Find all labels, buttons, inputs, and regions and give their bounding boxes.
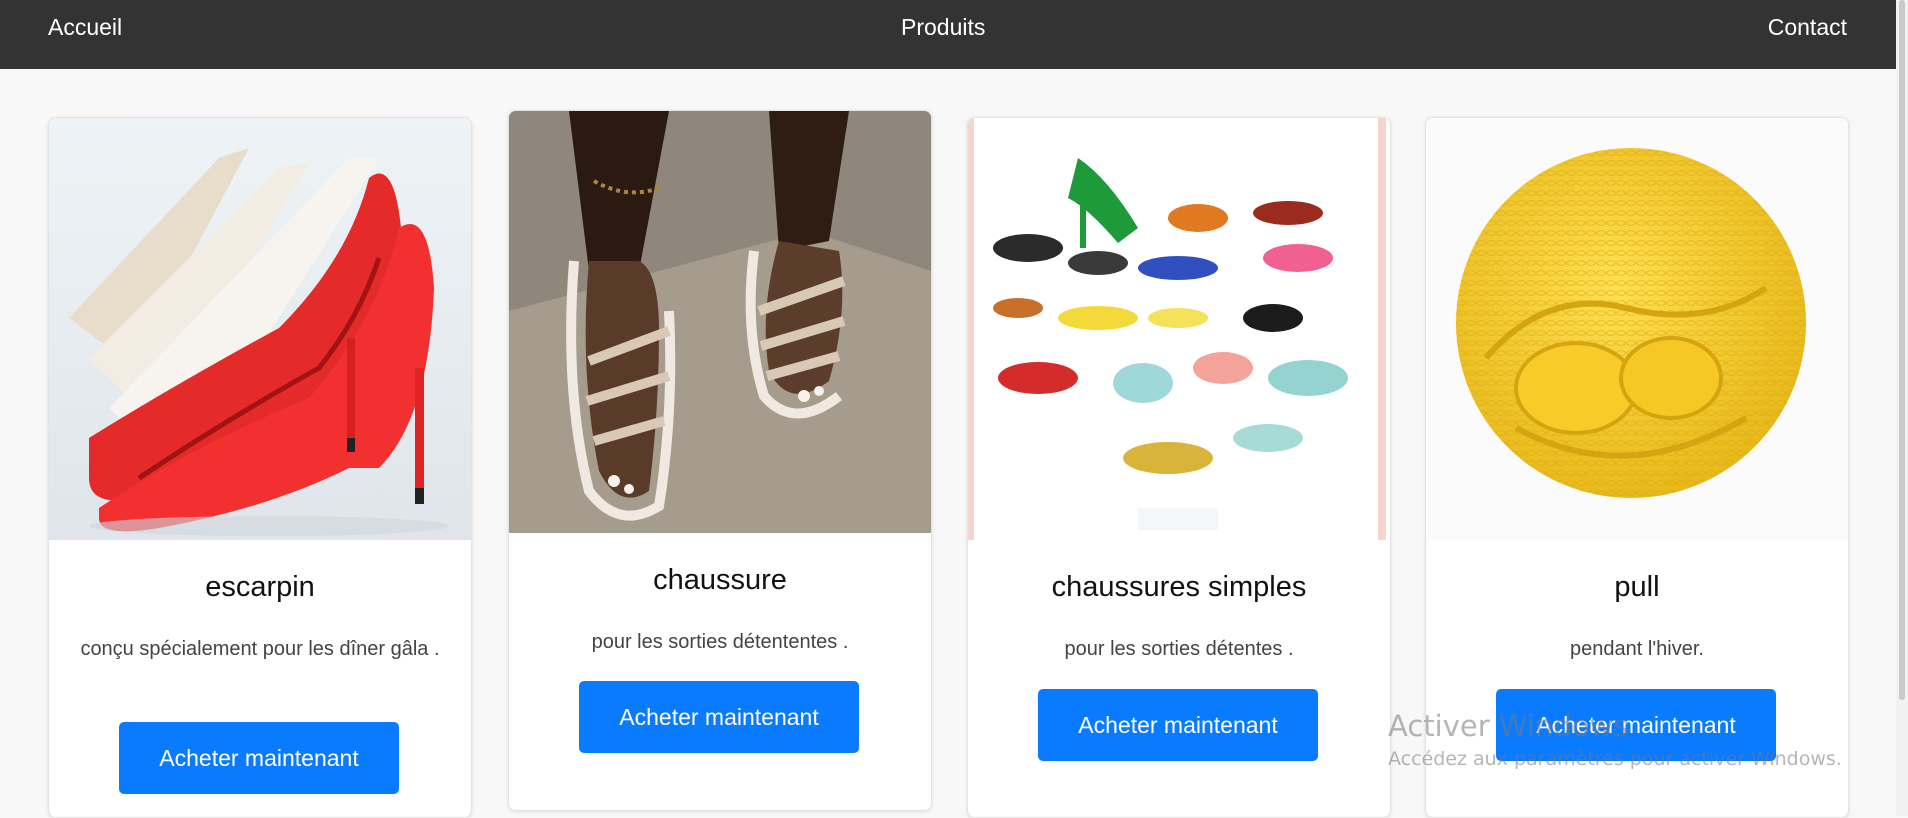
buy-now-button[interactable]: Acheter maintenant: [579, 681, 859, 753]
product-description: pour les sorties détententes .: [591, 631, 849, 653]
product-title: escarpin: [205, 571, 315, 603]
product-image-sandals-collage: [968, 118, 1390, 540]
nav-link-contact[interactable]: Contact: [1768, 13, 1847, 41]
product-description: pour les sorties détentes .: [1064, 638, 1294, 660]
product-title: chaussure: [653, 564, 787, 596]
scrollbar-thumb[interactable]: [1899, 0, 1905, 700]
watermark-title: Activer Windows: [1388, 709, 1629, 743]
product-image-yellow-knit-hat: [1426, 118, 1848, 540]
nav-link-home[interactable]: Accueil: [48, 13, 122, 41]
watermark-subtitle: Accédez aux paramètres pour activer Wind…: [1388, 748, 1842, 770]
product-image-sandals: [509, 111, 931, 533]
windows-activation-watermark: Activer Windows Accédez aux paramètres p…: [1388, 708, 1842, 774]
buy-now-button[interactable]: Acheter maintenant: [1038, 689, 1318, 761]
product-description: conçu spécialement pour les dîner gâla .: [80, 638, 440, 660]
product-card-chaussure: chaussure pour les sorties détententes .…: [508, 110, 932, 811]
product-image-red-pumps: [49, 118, 471, 540]
buy-now-button[interactable]: Acheter maintenant: [119, 722, 399, 794]
product-title: pull: [1614, 571, 1660, 603]
top-navbar: Accueil Produits Contact: [0, 0, 1896, 69]
product-card-chaussures-simples: chaussures simples pour les sorties déte…: [967, 117, 1391, 818]
product-title: chaussures simples: [1051, 571, 1307, 603]
nav-link-products[interactable]: Produits: [901, 13, 985, 41]
product-card-escarpin: escarpin conçu spécialement pour les dîn…: [48, 117, 472, 818]
page-scrollbar[interactable]: [1896, 0, 1908, 816]
product-description: pendant l'hiver.: [1570, 638, 1704, 660]
